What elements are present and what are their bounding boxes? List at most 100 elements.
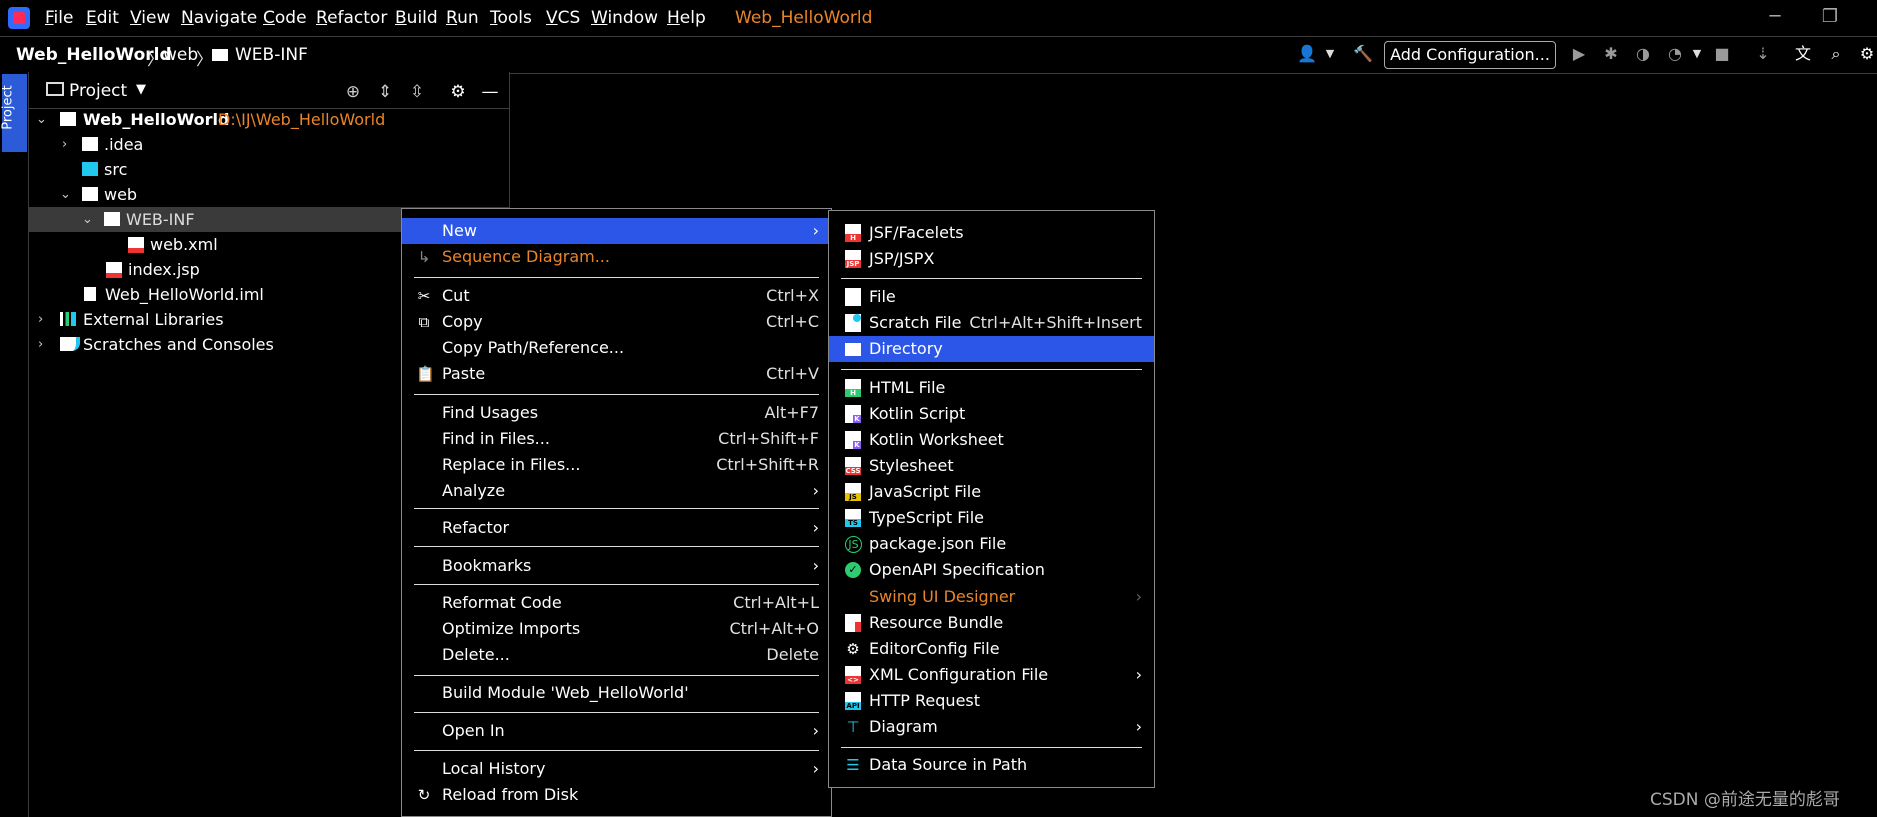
debug-icon[interactable]: ✱ [1600,43,1622,65]
settings-gear-icon[interactable]: ⚙ [1856,43,1877,65]
submenu-item-scratch-file[interactable]: Scratch File Ctrl+Alt+Shift+Insert [829,310,1154,336]
submenu-item-directory[interactable]: Directory [829,336,1154,362]
menu-item-copy-path[interactable]: Copy Path/Reference... [402,335,831,361]
stop-icon[interactable]: ■ [1711,43,1733,65]
gear-icon[interactable]: ⚙ [447,81,469,103]
submenu-item-kotlin-script[interactable]: K Kotlin Script [829,401,1154,427]
menu-item-reload-from-disk[interactable]: ↻ Reload from Disk [402,782,831,808]
submenu-item-editorconfig[interactable]: ⚙ EditorConfig File [829,636,1154,662]
menu-navigate[interactable]: Navigate [181,8,257,28]
menu-run[interactable]: Run [446,8,479,28]
restore-icon[interactable]: ❐ [1815,6,1845,30]
menu-item-copy[interactable]: ⧉ Copy Ctrl+C [402,309,831,335]
tree-row-idea[interactable]: › .idea [58,132,358,157]
tree-row-web-xml[interactable]: web.xml [128,232,378,257]
menu-tools[interactable]: Tools [490,8,532,28]
menu-window[interactable]: Window [591,8,658,28]
menu-edit[interactable]: Edit [86,8,119,28]
menu-item-cut[interactable]: ✂ Cut Ctrl+X [402,283,831,309]
intellij-logo-icon[interactable] [8,7,30,29]
submenu-item-http-request[interactable]: API HTTP Request [829,688,1154,714]
menu-item-label: Swing UI Designer [869,587,1016,606]
menu-item-optimize-imports[interactable]: Optimize Imports Ctrl+Alt+O [402,616,831,642]
submenu-item-resource-bundle[interactable]: Resource Bundle [829,610,1154,636]
translate-icon[interactable]: 文 [1792,43,1814,65]
menu-item-label: Analyze [442,481,506,500]
menu-item-find-usages[interactable]: Find Usages Alt+F7 [402,400,831,426]
tree-label: Web_HelloWorld [83,110,230,129]
tree-row-index-jsp[interactable]: index.jsp [106,257,356,282]
submenu-item-jsp-jspx[interactable]: JSP JSP/JSPX [829,246,1154,272]
add-configuration-button[interactable]: Add Configuration... [1384,41,1556,69]
submenu-item-kotlin-worksheet[interactable]: K Kotlin Worksheet [829,427,1154,453]
chevron-right-icon[interactable]: › [38,307,43,332]
tree-row-src[interactable]: src [58,157,358,182]
profile-icon[interactable]: ◔ [1664,43,1686,65]
menu-view[interactable]: View [130,8,170,28]
menu-vcs[interactable]: VCS [546,8,580,28]
submenu-item-file[interactable]: File [829,284,1154,310]
menu-item-shortcut: Ctrl+Alt+L [733,593,819,612]
breadcrumb-webinf[interactable]: WEB-INF [235,45,308,65]
chevron-right-icon: › [1135,587,1142,606]
user-icon[interactable]: 👤 [1296,43,1318,65]
menu-help[interactable]: Help [667,8,706,28]
submenu-item-package-json[interactable]: JS package.json File [829,531,1154,557]
submenu-item-data-source-in-path[interactable]: ☰ Data Source in Path [829,752,1154,778]
breadcrumb-web[interactable]: web [163,45,198,65]
chevron-right-icon[interactable]: › [62,132,67,157]
menu-item-refactor[interactable]: Refactor › [402,515,831,541]
project-tab-label[interactable]: Project [1,85,16,129]
chevron-down-icon[interactable]: ▼ [1686,43,1708,65]
project-panel-title[interactable]: Project [69,81,127,101]
menu-item-bookmarks[interactable]: Bookmarks › [402,553,831,579]
menu-build[interactable]: Build [395,8,438,28]
select-opened-file-icon[interactable]: ⊕ [342,81,364,103]
search-icon[interactable]: ⌕ [1825,43,1847,65]
vcs-update-icon[interactable]: ⇣ [1752,43,1774,65]
view-dropdown-icon[interactable]: ▼ [136,82,146,97]
menu-item-build-module[interactable]: Build Module 'Web_HelloWorld' [402,680,831,706]
menu-item-delete[interactable]: Delete... Delete [402,642,831,668]
menu-item-replace-in-files[interactable]: Replace in Files... Ctrl+Shift+R [402,452,831,478]
submenu-item-stylesheet[interactable]: CSS Stylesheet [829,453,1154,479]
coverage-icon[interactable]: ◑ [1632,43,1654,65]
menu-refactor[interactable]: Refactor [316,8,387,28]
chevron-down-icon[interactable]: ⌄ [82,207,93,232]
menu-item-new[interactable]: New › [402,218,831,244]
hide-icon[interactable]: — [479,81,501,103]
submenu-item-jsf-facelets[interactable]: H JSF/Facelets [829,220,1154,246]
expand-all-icon[interactable]: ⇕ [374,81,396,103]
submenu-item-openapi[interactable]: ✓ OpenAPI Specification [829,557,1154,583]
tree-row-web[interactable]: ⌄ web [58,182,358,207]
menu-item-open-in[interactable]: Open In › [402,718,831,744]
menu-code[interactable]: Code [263,8,307,28]
tree-row-webinf[interactable]: ⌄ WEB-INF [80,207,380,232]
chevron-down-icon[interactable]: ⌄ [36,107,47,132]
chevron-down-icon[interactable]: ▼ [1319,43,1341,65]
minimize-icon[interactable]: ─ [1760,6,1790,30]
submenu-item-typescript-file[interactable]: TS TypeScript File [829,505,1154,531]
submenu-item-xml-configuration[interactable]: <> XML Configuration File › [829,662,1154,688]
submenu-item-diagram[interactable]: ⊤ Diagram › [829,714,1154,740]
chevron-down-icon[interactable]: ⌄ [60,182,71,207]
menu-item-label: Scratch File [869,313,962,332]
chevron-right-icon[interactable]: › [38,332,43,357]
tree-row-iml[interactable]: Web_HelloWorld.iml [84,282,384,307]
menu-item-find-in-files[interactable]: Find in Files... Ctrl+Shift+F [402,426,831,452]
menu-item-paste[interactable]: 📋 Paste Ctrl+V [402,361,831,387]
collapse-all-icon[interactable]: ⇳ [406,81,428,103]
menu-item-sequence-diagram[interactable]: ↳ Sequence Diagram... [402,244,831,270]
menu-file[interactable]: File [45,8,73,28]
menu-item-reformat-code[interactable]: Reformat Code Ctrl+Alt+L [402,590,831,616]
submenu-item-swing-ui-designer[interactable]: Swing UI Designer › [829,584,1154,610]
menu-item-analyze[interactable]: Analyze › [402,478,831,504]
menu-item-local-history[interactable]: Local History › [402,756,831,782]
tree-row-scratches[interactable]: › Scratches and Consoles [38,332,358,357]
tree-row-external-libraries[interactable]: › External Libraries [38,307,358,332]
iml-file-icon [84,287,96,301]
submenu-item-html-file[interactable]: H HTML File [829,375,1154,401]
build-hammer-icon[interactable]: 🔨 [1352,43,1374,65]
run-icon[interactable]: ▶ [1568,43,1590,65]
submenu-item-javascript-file[interactable]: JS JavaScript File [829,479,1154,505]
